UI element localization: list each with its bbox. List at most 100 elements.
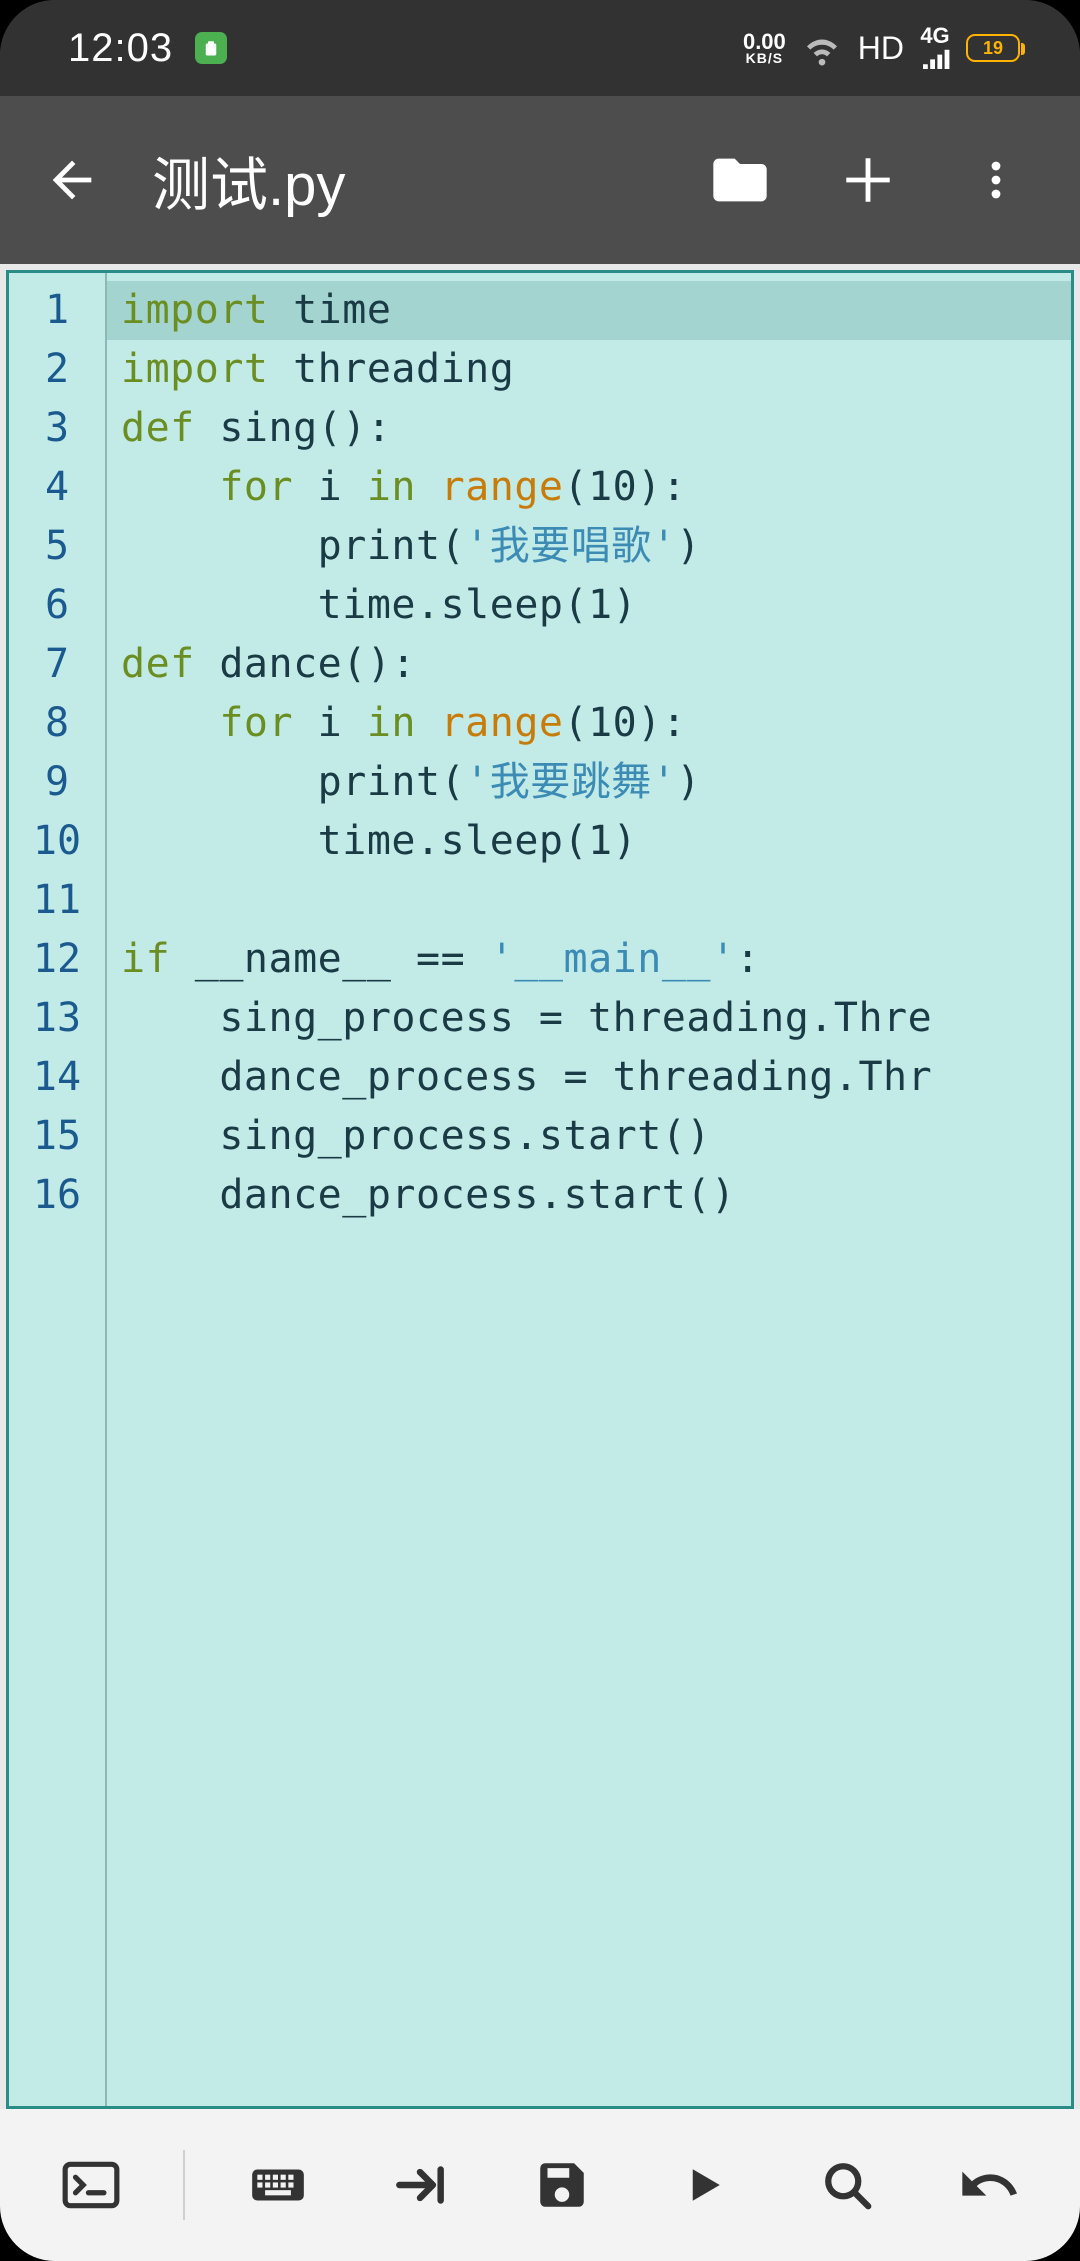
line-number: 5 [9, 517, 105, 576]
code-line[interactable]: import time [107, 281, 1071, 340]
code-line[interactable]: sing_process = threading.Thre [107, 989, 1071, 1048]
code-token: sing_process = threading.Thre [121, 995, 932, 1041]
line-number: 8 [9, 694, 105, 753]
code-token: dance_process.start() [121, 1172, 736, 1218]
code-line[interactable]: if __name__ == '__main__': [107, 930, 1071, 989]
code-line[interactable] [107, 871, 1071, 930]
line-number: 9 [9, 753, 105, 812]
code-token: '__main__' [490, 936, 736, 982]
back-button[interactable] [24, 132, 120, 228]
status-left: 12:03 [68, 26, 227, 71]
line-number: 15 [9, 1107, 105, 1166]
code-line[interactable]: time.sleep(1) [107, 812, 1071, 871]
code-token: dance_process = threading.Thr [121, 1054, 932, 1100]
keyboard-button[interactable] [228, 2135, 328, 2235]
save-button[interactable] [512, 2135, 612, 2235]
code-token: i [293, 464, 367, 510]
line-number: 11 [9, 871, 105, 930]
code-token [121, 700, 219, 746]
status-bar: 12:03 0.00 KB/S HD 4G 19 [0, 0, 1080, 96]
line-number: 12 [9, 930, 105, 989]
wifi-icon [802, 28, 842, 68]
code-token: (10): [564, 700, 687, 746]
signal-4g: 4G [920, 27, 950, 69]
more-button[interactable] [936, 120, 1056, 240]
code-token [416, 700, 441, 746]
code-line[interactable]: import threading [107, 340, 1071, 399]
code-token: def [121, 405, 195, 451]
folder-button[interactable] [680, 120, 800, 240]
line-number: 1 [9, 281, 105, 340]
line-number: 14 [9, 1048, 105, 1107]
code-token: if [121, 936, 170, 982]
code-token: range [441, 700, 564, 746]
file-title: 测试.py [128, 138, 672, 222]
undo-button[interactable] [939, 2135, 1039, 2235]
line-number: 7 [9, 635, 105, 694]
code-token: for [219, 700, 293, 746]
clock: 12:03 [68, 26, 173, 71]
bottom-toolbar [0, 2109, 1080, 2261]
code-token: (10): [564, 464, 687, 510]
code-token: time [269, 287, 392, 333]
toolbar-separator [183, 2150, 185, 2220]
code-token: dance(): [195, 641, 416, 687]
code-line[interactable]: for i in range(10): [107, 694, 1071, 753]
line-number: 2 [9, 340, 105, 399]
code-token: print( [121, 759, 465, 805]
code-token: def [121, 641, 195, 687]
battery-saver-icon [195, 32, 227, 64]
code-editor[interactable]: 12345678910111213141516 import timeimpor… [6, 270, 1074, 2109]
code-token: i [293, 700, 367, 746]
line-number: 6 [9, 576, 105, 635]
code-token: print( [121, 523, 465, 569]
battery-indicator: 19 [966, 34, 1020, 62]
code-token: sing_process.start() [121, 1113, 711, 1159]
line-number: 16 [9, 1166, 105, 1225]
line-number-gutter: 12345678910111213141516 [9, 273, 107, 2106]
code-line[interactable]: for i in range(10): [107, 458, 1071, 517]
code-token: in [367, 464, 416, 510]
line-number: 3 [9, 399, 105, 458]
code-line[interactable]: print('我要跳舞') [107, 753, 1071, 812]
code-token: '我要跳舞' [465, 759, 676, 805]
code-token: time.sleep(1) [121, 818, 637, 864]
code-line[interactable]: time.sleep(1) [107, 576, 1071, 635]
tab-indent-button[interactable] [370, 2135, 470, 2235]
code-token [416, 464, 441, 510]
code-area[interactable]: import timeimport threadingdef sing(): f… [107, 273, 1071, 2106]
editor-container: 12345678910111213141516 import timeimpor… [0, 264, 1080, 2109]
code-token: in [367, 700, 416, 746]
code-token: threading [269, 346, 515, 392]
code-token: : [736, 936, 761, 982]
hd-indicator: HD [858, 30, 904, 67]
code-line[interactable]: sing_process.start() [107, 1107, 1071, 1166]
code-token: import [121, 287, 269, 333]
code-token: range [441, 464, 564, 510]
run-button[interactable] [654, 2135, 754, 2235]
code-token: sing(): [195, 405, 392, 451]
code-token: ) [676, 759, 701, 805]
network-speed: 0.00 KB/S [743, 32, 786, 64]
code-token: '我要唱歌' [465, 523, 676, 569]
status-right: 0.00 KB/S HD 4G 19 [743, 27, 1020, 69]
code-line[interactable]: print('我要唱歌') [107, 517, 1071, 576]
line-number: 4 [9, 458, 105, 517]
terminal-button[interactable] [41, 2135, 141, 2235]
code-line[interactable]: def sing(): [107, 399, 1071, 458]
search-button[interactable] [797, 2135, 897, 2235]
line-number: 13 [9, 989, 105, 1048]
code-line[interactable]: def dance(): [107, 635, 1071, 694]
code-line[interactable]: dance_process.start() [107, 1166, 1071, 1225]
code-token: import [121, 346, 269, 392]
code-token: for [219, 464, 293, 510]
add-button[interactable] [808, 120, 928, 240]
code-line[interactable]: dance_process = threading.Thr [107, 1048, 1071, 1107]
screen: 12:03 0.00 KB/S HD 4G 19 测试.py [0, 0, 1080, 2261]
app-bar: 测试.py [0, 96, 1080, 264]
code-token: __name__ == [170, 936, 490, 982]
line-number: 10 [9, 812, 105, 871]
code-token: time.sleep(1) [121, 582, 637, 628]
code-token [121, 464, 219, 510]
code-token: ) [676, 523, 701, 569]
